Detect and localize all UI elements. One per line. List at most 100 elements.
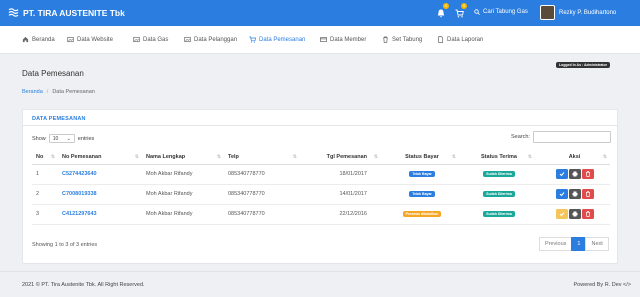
nav-item-data-pelanggan[interactable]: Data Pelanggan — [184, 36, 237, 43]
print-icon — [572, 171, 577, 177]
brand-logo[interactable]: PT. TIRA AUSTENITE Tbk — [8, 7, 125, 18]
logo-icon — [8, 8, 19, 17]
order-number-link[interactable]: C4121297643 — [58, 204, 142, 225]
confirm-button[interactable] — [555, 189, 568, 199]
sort-icon: ⇅ — [451, 154, 456, 160]
brand-name: PT. TIRA AUSTENITE Tbk — [23, 7, 125, 18]
cell-status-terima: Sudah Diterima — [459, 164, 535, 185]
top-bar: PT. TIRA AUSTENITE Tbk 0 0 Cari Tabung G… — [0, 0, 640, 26]
sort-icon: ⇅ — [134, 154, 139, 160]
notification-bell[interactable]: 0 — [437, 3, 450, 20]
column-header[interactable]: No Pemesanan ⇅ — [58, 151, 142, 165]
check-icon — [559, 192, 564, 197]
nav-label: Data Pemesanan — [259, 36, 306, 43]
nav-item-data-member[interactable]: Data Member — [320, 36, 366, 43]
entries-label: entries — [77, 135, 95, 142]
print-button[interactable] — [568, 189, 581, 199]
nav-item-set-tabung[interactable]: Set Tabung — [382, 36, 422, 43]
chevron-down-icon: ⌄ — [66, 135, 71, 142]
nav-label: Data Pelanggan — [194, 36, 238, 43]
print-icon — [572, 211, 577, 217]
confirm-button[interactable] — [555, 209, 568, 219]
column-header[interactable]: Telp ⇅ — [224, 151, 300, 165]
pagination: Previous 1 Next — [539, 237, 609, 251]
next-button[interactable]: Next — [585, 237, 609, 251]
bell-badge: 0 — [443, 3, 450, 9]
nav-label: Set Tabung — [392, 36, 423, 43]
nav-item-data-website[interactable]: Data Website — [67, 36, 113, 43]
cell-name: Moh Akbar Rifandy — [142, 164, 224, 185]
cell-date: 18/01/2017 — [300, 164, 381, 185]
column-header[interactable]: Nama Lengkap ⇅ — [142, 151, 224, 165]
card-icon — [320, 37, 327, 42]
status-badge: Telah Bayar — [409, 191, 435, 197]
search-icon — [474, 9, 480, 15]
card-divider — [23, 125, 617, 126]
footer: 2021 © PT. Tira Austenite Tbk. All Right… — [0, 271, 640, 297]
nav-item-data-laporan[interactable]: Data Laporan — [437, 36, 483, 43]
sort-icon: ⇅ — [527, 154, 532, 160]
cell-actions — [535, 204, 610, 225]
cell-telp: 085340778770 — [224, 184, 300, 205]
trash-icon — [585, 191, 590, 197]
document-icon — [438, 36, 444, 43]
logged-in-badge: Logged In As : Administrator — [556, 62, 610, 68]
status-badge: Sudah Diterima — [483, 211, 515, 217]
column-header[interactable]: Status Terima ⇅ — [459, 151, 535, 165]
nav-label: Beranda — [32, 36, 55, 43]
search-input[interactable] — [533, 131, 611, 143]
status-badge: Telah Bayar — [409, 171, 435, 177]
user-name: Rezky P. Budihartono — [559, 9, 617, 16]
column-header[interactable]: Aksi ⇅ — [535, 151, 610, 165]
check-icon — [559, 212, 564, 217]
previous-button[interactable]: Previous — [539, 237, 573, 251]
print-button[interactable] — [568, 169, 581, 179]
entries-select[interactable]: 10 ⌄ — [48, 134, 75, 143]
search-gas-link[interactable]: Cari Tabung Gas — [474, 9, 528, 15]
print-button[interactable] — [568, 209, 581, 219]
footer-powered: Powered By R. Dev </> — [573, 282, 631, 288]
image-icon — [184, 36, 191, 43]
print-icon — [572, 191, 577, 197]
column-header[interactable]: Tgl Pemesanan ⇅ — [300, 151, 381, 165]
cell-no: 3 — [32, 204, 58, 225]
cell-telp: 085340778770 — [224, 164, 300, 185]
image-icon — [67, 36, 74, 43]
order-number-link[interactable]: C7008019338 — [58, 184, 142, 205]
delete-button[interactable] — [581, 189, 594, 199]
nav-label: Data Laporan — [447, 36, 484, 43]
user-menu[interactable]: Rezky P. Budihartono — [540, 5, 616, 20]
entries-value: 10 — [52, 135, 59, 142]
page-1-button[interactable]: 1 — [571, 237, 587, 251]
delete-button[interactable] — [581, 209, 594, 219]
nav-label: Data Member — [330, 36, 367, 43]
page-title: Data Pemesanan — [22, 69, 84, 78]
cart-icon — [249, 36, 256, 43]
cell-name: Moh Akbar Rifandy — [142, 184, 224, 205]
cell-no: 2 — [32, 184, 58, 205]
cell-status-terima: Sudah Diterima — [459, 204, 535, 225]
cell-actions — [535, 184, 610, 205]
column-header[interactable]: Status Bayar ⇅ — [381, 151, 459, 165]
confirm-button[interactable] — [555, 169, 568, 179]
nav-item-beranda[interactable]: Beranda — [22, 36, 55, 43]
breadcrumb-home-link[interactable]: Beranda — [22, 89, 43, 95]
trash-icon — [383, 36, 388, 43]
delete-button[interactable] — [581, 169, 594, 179]
nav-label: Data Website — [77, 36, 113, 43]
order-number-link[interactable]: C5274423640 — [58, 164, 142, 185]
nav-item-data-gas[interactable]: Data Gas — [133, 36, 168, 43]
bell-icon — [437, 9, 445, 17]
check-icon — [559, 172, 564, 177]
column-header[interactable]: No ⇅ — [32, 151, 58, 165]
main-nav: Beranda Data Website Data Gas Data Pelan… — [0, 26, 640, 54]
trash-icon — [585, 211, 590, 217]
cell-actions — [535, 164, 610, 185]
table-header-row: No ⇅ No Pemesanan ⇅ Nama Lengkap ⇅ Telp ⇅ Tg… — [32, 151, 610, 165]
cart-button[interactable]: 0 — [455, 3, 468, 20]
avatar — [540, 5, 555, 20]
nav-item-data-pemesanan[interactable]: Data Pemesanan — [249, 36, 305, 43]
sort-icon: ⇅ — [50, 154, 55, 160]
cart-badge: 0 — [461, 3, 468, 9]
table-row: 1 C5274423640 Moh Akbar Rifandy 08534077877… — [32, 164, 610, 185]
